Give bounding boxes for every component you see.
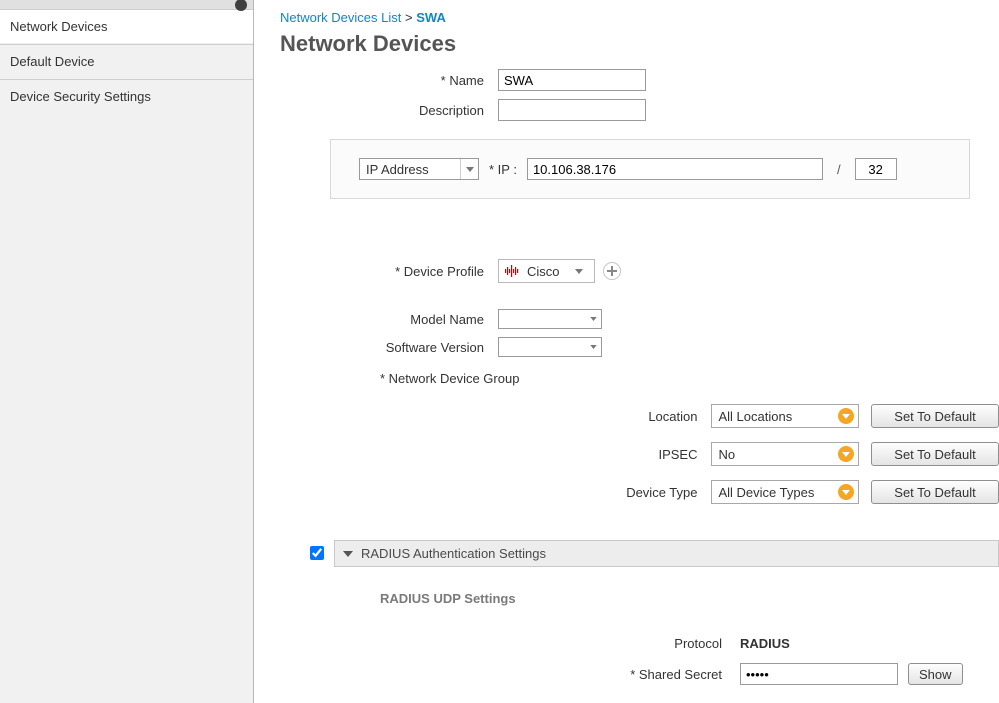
ndg-location-value: All Locations [718, 409, 838, 424]
page-title: Network Devices [280, 31, 999, 57]
chevron-down-icon [570, 261, 588, 281]
radius-auth-accordion-header[interactable]: RADIUS Authentication Settings [334, 540, 999, 567]
ndg-location-select[interactable]: All Locations [711, 404, 859, 428]
device-profile-label: Device Profile [280, 264, 498, 279]
ndg-devicetype-default-button[interactable]: Set To Default [871, 480, 999, 504]
chevron-down-icon [460, 159, 478, 179]
add-profile-button[interactable] [603, 262, 621, 280]
sidebar-item-label: Network Devices [10, 19, 108, 34]
breadcrumb-current: SWA [416, 10, 446, 25]
software-version-select[interactable] [498, 337, 602, 357]
radius-auth-title: RADIUS Authentication Settings [361, 546, 546, 561]
ndg-ipsec-select[interactable]: No [711, 442, 859, 466]
chevron-down-icon [838, 408, 854, 424]
chevron-down-icon [838, 484, 854, 500]
description-input[interactable] [498, 99, 646, 121]
sidebar: Network Devices Default Device Device Se… [0, 0, 254, 703]
triangle-down-icon [343, 551, 353, 557]
chevron-down-icon [838, 446, 854, 462]
ip-label: * IP : [489, 162, 517, 177]
ndg-row-location: Location All Locations Set To Default [560, 404, 999, 428]
breadcrumb-separator: > [405, 10, 413, 25]
description-label: Description [280, 103, 498, 118]
ndg-ipsec-default-button[interactable]: Set To Default [871, 442, 999, 466]
network-device-group-label: * Network Device Group [380, 371, 999, 386]
device-profile-value: Cisco [527, 264, 560, 279]
sidebar-collapse-icon[interactable] [0, 0, 253, 10]
radius-protocol-label: Protocol [380, 636, 740, 651]
ip-type-value: IP Address [366, 162, 460, 177]
ndg-devicetype-value: All Device Types [718, 485, 838, 500]
sidebar-item-device-security-settings[interactable]: Device Security Settings [0, 80, 253, 114]
ndg-ipsec-label: IPSEC [560, 447, 711, 462]
ndg-location-label: Location [560, 409, 711, 424]
radius-udp-title: RADIUS UDP Settings [380, 591, 999, 606]
ip-address-input[interactable] [527, 158, 823, 180]
radius-auth-checkbox[interactable] [310, 546, 324, 560]
sidebar-item-default-device[interactable]: Default Device [0, 45, 253, 79]
main-content: Network Devices List > SWA Network Devic… [254, 0, 999, 703]
breadcrumb-link-list[interactable]: Network Devices List [280, 10, 401, 25]
ip-address-panel: IP Address * IP : / [330, 139, 970, 199]
name-label: Name [280, 73, 498, 88]
ip-type-select[interactable]: IP Address [359, 158, 479, 180]
sidebar-item-label: Device Security Settings [10, 89, 151, 104]
device-profile-select[interactable]: Cisco [498, 259, 595, 283]
chevron-down-icon [585, 310, 601, 328]
model-name-select[interactable] [498, 309, 602, 329]
sidebar-item-network-devices[interactable]: Network Devices [0, 10, 253, 44]
ndg-location-default-button[interactable]: Set To Default [871, 404, 999, 428]
ndg-ipsec-value: No [718, 447, 838, 462]
ndg-row-device-type: Device Type All Device Types Set To Defa… [560, 480, 999, 504]
model-name-label: Model Name [280, 312, 498, 327]
radius-shared-secret-input[interactable] [740, 663, 898, 685]
ndg-devicetype-select[interactable]: All Device Types [711, 480, 859, 504]
ndg-row-ipsec: IPSEC No Set To Default [560, 442, 999, 466]
ndg-devicetype-label: Device Type [560, 485, 711, 500]
ip-mask-separator: / [833, 162, 845, 177]
chevron-down-icon [585, 338, 601, 356]
radius-body: RADIUS UDP Settings Protocol RADIUS * Sh… [380, 591, 999, 685]
ip-mask-input[interactable] [855, 158, 897, 180]
software-version-label: Software Version [280, 340, 498, 355]
radius-protocol-value: RADIUS [740, 636, 790, 651]
sidebar-item-label: Default Device [10, 54, 95, 69]
cisco-logo-icon [505, 265, 521, 277]
name-input[interactable] [498, 69, 646, 91]
radius-show-secret-button[interactable]: Show [908, 663, 963, 685]
breadcrumb: Network Devices List > SWA [280, 10, 999, 25]
radius-shared-secret-label: * Shared Secret [380, 667, 740, 682]
